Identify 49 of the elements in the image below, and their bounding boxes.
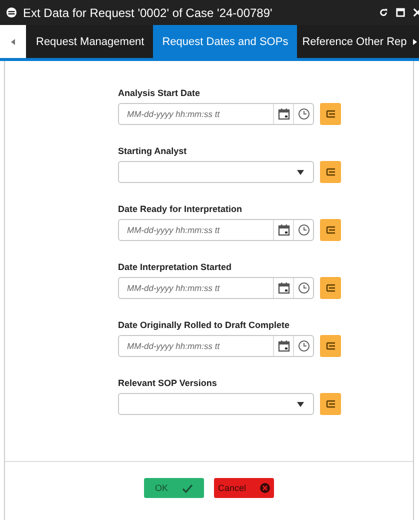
caret-icon bbox=[297, 170, 304, 174]
date-input[interactable]: MM-dd-yyyy hh:mm:ss tt bbox=[119, 336, 273, 356]
ok-button[interactable]: OK bbox=[144, 478, 204, 498]
indent-icon bbox=[326, 225, 336, 235]
left-arrow-icon bbox=[11, 38, 15, 44]
options-button[interactable] bbox=[320, 393, 341, 415]
close-circle-icon bbox=[260, 483, 270, 493]
check-icon bbox=[182, 484, 193, 492]
clock-icon bbox=[298, 282, 310, 294]
clock-icon bbox=[298, 224, 310, 236]
date-input[interactable]: MM-dd-yyyy hh:mm:ss tt bbox=[119, 220, 273, 240]
calendar-icon bbox=[278, 340, 290, 352]
tab[interactable]: Request Dates and SOPs bbox=[153, 25, 298, 58]
indent-icon bbox=[326, 109, 336, 119]
right-arrow-icon bbox=[412, 38, 416, 44]
date-time-field[interactable]: MM-dd-yyyy hh:mm:ss tt bbox=[118, 335, 314, 357]
date-input[interactable]: MM-dd-yyyy hh:mm:ss tt bbox=[119, 104, 273, 124]
dropdown-field[interactable] bbox=[118, 393, 314, 415]
calendar-icon bbox=[278, 224, 290, 236]
options-button[interactable] bbox=[320, 219, 341, 241]
date-time-field[interactable]: MM-dd-yyyy hh:mm:ss tt bbox=[118, 103, 314, 125]
options-button[interactable] bbox=[320, 103, 341, 125]
field-label: Relevant SOP Versions bbox=[118, 378, 218, 390]
options-button[interactable] bbox=[320, 277, 341, 299]
options-button[interactable] bbox=[320, 161, 341, 183]
clock-icon bbox=[298, 340, 310, 352]
date-input[interactable]: MM-dd-yyyy hh:mm:ss tt bbox=[119, 278, 273, 298]
calendar-icon bbox=[278, 282, 290, 294]
field-label: Date Originally Rolled to Draft Complete bbox=[118, 320, 291, 332]
maximize-icon[interactable] bbox=[396, 8, 405, 17]
cancel-button[interactable]: Cancel bbox=[214, 478, 274, 498]
indent-icon bbox=[326, 167, 336, 177]
field-label: Starting Analyst bbox=[118, 146, 188, 158]
app-icon bbox=[6, 7, 17, 18]
indent-icon bbox=[326, 341, 336, 351]
date-time-field[interactable]: MM-dd-yyyy hh:mm:ss tt bbox=[118, 277, 314, 299]
refresh-icon[interactable] bbox=[379, 8, 388, 17]
caret-icon bbox=[297, 402, 304, 406]
field-label: Date Ready for Interpretation bbox=[118, 204, 244, 216]
date-time-field[interactable]: MM-dd-yyyy hh:mm:ss tt bbox=[118, 219, 314, 241]
field-label: Analysis Start Date bbox=[118, 88, 202, 100]
indent-icon bbox=[326, 283, 336, 293]
field-label: Date Interpretation Started bbox=[118, 262, 233, 274]
clock-icon bbox=[298, 108, 310, 120]
calendar-icon bbox=[278, 108, 290, 120]
window-title: Ext Data for Request '0002' of Case '24-00789' bbox=[23, 6, 274, 20]
dropdown-field[interactable] bbox=[118, 161, 314, 183]
indent-icon bbox=[326, 399, 336, 409]
options-button[interactable] bbox=[320, 335, 341, 357]
